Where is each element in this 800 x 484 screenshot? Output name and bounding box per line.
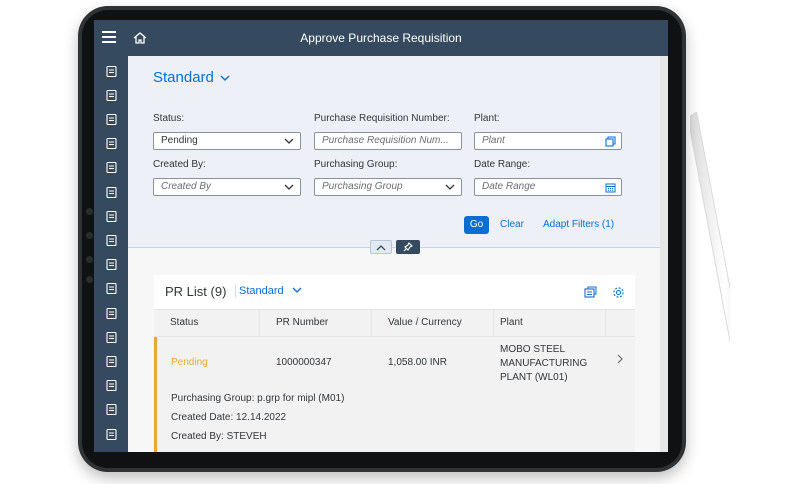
chevron-down-icon	[220, 69, 230, 86]
list-toolbar: PR List (9) Standard	[154, 275, 635, 309]
status-label: Status:	[153, 113, 185, 124]
box-icon[interactable]	[94, 375, 128, 397]
plant-label: Plant:	[474, 113, 500, 124]
list-variant-label: Standard	[239, 285, 284, 297]
calendar-icon[interactable]	[604, 180, 616, 194]
pr-number-label: Purchase Requisition Number:	[314, 113, 450, 124]
scrollbar[interactable]	[660, 56, 668, 452]
camera-dot	[86, 208, 93, 215]
created-by-select[interactable]: Created By	[153, 178, 301, 196]
app-screen: Approve Purchase Requisition Standard St…	[94, 20, 668, 452]
chevron-down-icon	[283, 180, 295, 194]
table-header: Status PR Number Value / Currency Plant	[154, 309, 635, 337]
export-icon[interactable]	[582, 284, 598, 300]
date-range-placeholder: Date Range	[482, 181, 536, 192]
variant-selector[interactable]: Standard	[153, 69, 230, 86]
purchasing-group-label: Purchasing Group:	[314, 159, 398, 170]
plant-placeholder: Plant	[482, 135, 505, 146]
date-range-input[interactable]: Date Range	[474, 178, 622, 196]
detail-label: Created By:	[171, 431, 224, 442]
edit-document-icon[interactable]	[94, 423, 128, 445]
chevron-right-icon[interactable]	[616, 353, 624, 368]
column-header-plant[interactable]: Plant	[494, 310, 606, 336]
filter-bar: Standard Status: Pending Purchase Requis…	[128, 56, 660, 248]
detail-created-date: Created Date: 12.14.2022	[171, 412, 286, 423]
checkmark-circle-icon[interactable]	[94, 278, 128, 300]
filter-divider	[128, 247, 660, 248]
status-highlight	[154, 337, 157, 452]
plant-line: MANUFACTURING	[500, 358, 588, 369]
go-button[interactable]: Go	[464, 216, 489, 234]
document-icon[interactable]	[94, 205, 128, 227]
date-range-label: Date Range:	[474, 159, 531, 170]
list-variant-selector[interactable]: Standard	[235, 285, 302, 297]
detail-value: p.grp for mipl (M01)	[257, 393, 345, 404]
row-value: 1,058.00 INR	[388, 357, 447, 368]
tools-icon[interactable]	[94, 157, 128, 179]
adapt-filters-button[interactable]: Adapt Filters (1)	[543, 216, 614, 234]
stylus-pencil	[690, 112, 730, 344]
sensor-dot	[86, 256, 93, 263]
settings-gear-icon[interactable]	[610, 284, 626, 300]
column-header-value[interactable]: Value / Currency	[372, 310, 494, 336]
collapse-header-button[interactable]	[370, 240, 392, 254]
detail-value: STEVEH	[226, 431, 267, 442]
table-row[interactable]: Pending 1000000347 1,058.00 INR MOBO STE…	[154, 337, 635, 452]
list-title: PR List (9)	[165, 284, 227, 299]
pr-number-input[interactable]: Purchase Requisition Num...	[314, 132, 462, 150]
chevron-up-icon	[376, 244, 386, 250]
column-header-pr-number[interactable]: PR Number	[260, 310, 372, 336]
column-header-status[interactable]: Status	[154, 310, 260, 336]
plant-line: PLANT (WL01)	[500, 372, 568, 383]
sensor-dot	[86, 276, 93, 283]
pin-header-button[interactable]	[396, 240, 420, 254]
cube-icon[interactable]	[94, 84, 128, 106]
purchasing-group-placeholder: Purchasing Group	[322, 181, 403, 192]
plant-input[interactable]: Plant	[474, 132, 622, 150]
created-by-label: Created By:	[153, 159, 206, 170]
inbox-arrow-icon[interactable]	[94, 181, 128, 203]
detail-purchasing-group: Purchasing Group: p.grp for mipl (M01)	[171, 393, 344, 404]
purchasing-group-select[interactable]: Purchasing Group	[314, 178, 462, 196]
pr-list-panel: PR List (9) Standard Status PR Number Va…	[154, 275, 635, 452]
pin-icon	[403, 242, 413, 252]
row-plant: MOBO STEEL MANUFACTURING PLANT (WL01)	[500, 343, 587, 385]
pr-number-placeholder: Purchase Requisition Num...	[322, 135, 449, 146]
chevron-down-icon	[444, 180, 456, 194]
detail-label: Created Date:	[171, 412, 234, 423]
copy-document-icon[interactable]	[94, 229, 128, 251]
row-pr-number: 1000000347	[276, 357, 332, 368]
shell-bar: Approve Purchase Requisition	[94, 20, 668, 56]
document-list-icon[interactable]	[94, 60, 128, 82]
created-by-placeholder: Created By	[161, 181, 212, 192]
page-content: Standard Status: Pending Purchase Requis…	[128, 56, 668, 452]
plant-line: MOBO STEEL	[500, 344, 566, 355]
sensor-dot	[86, 232, 93, 239]
variant-label: Standard	[153, 69, 214, 86]
chevron-down-icon	[283, 134, 295, 148]
form-icon[interactable]	[94, 302, 128, 324]
detail-created-by: Created By: STEVEH	[171, 431, 267, 442]
document-settings-icon[interactable]	[94, 108, 128, 130]
clipboard-icon[interactable]	[94, 254, 128, 276]
notebook-icon[interactable]	[94, 326, 128, 348]
detail-value: 12.14.2022	[236, 412, 287, 423]
app-title: Approve Purchase Requisition	[300, 31, 462, 45]
row-status: Pending	[171, 357, 208, 368]
truck-icon[interactable]	[94, 350, 128, 372]
clear-button[interactable]: Clear	[500, 216, 524, 234]
detail-label: Purchasing Group:	[171, 393, 255, 404]
status-value: Pending	[161, 135, 198, 146]
status-select[interactable]: Pending	[153, 132, 301, 150]
chevron-down-icon	[292, 285, 302, 297]
value-help-icon[interactable]	[604, 134, 616, 148]
side-navigation	[94, 56, 128, 452]
settings-document-icon[interactable]	[94, 399, 128, 421]
stamp-icon[interactable]	[94, 133, 128, 155]
